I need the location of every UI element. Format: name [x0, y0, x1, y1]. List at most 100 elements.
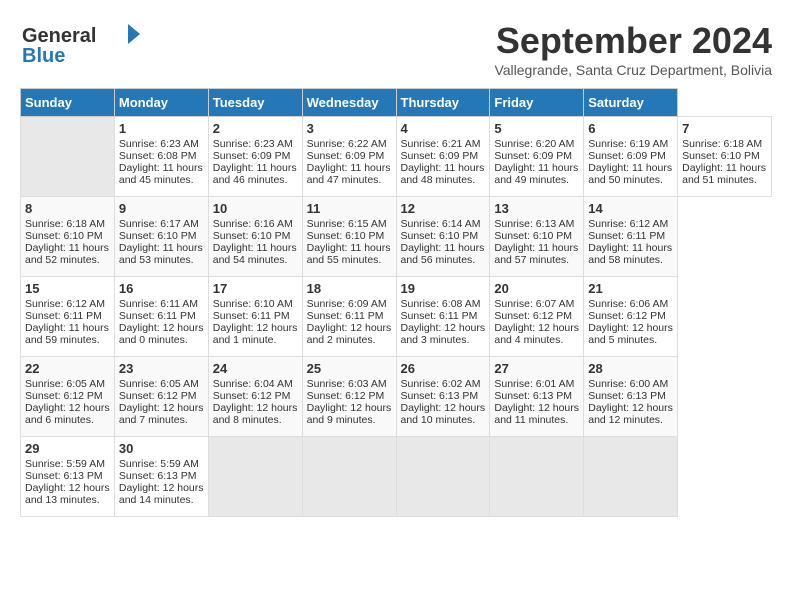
day-number: 9 [119, 201, 204, 216]
day-number: 26 [401, 361, 486, 376]
calendar-cell: 1 Sunrise: 6:23 AMSunset: 6:08 PMDaylight… [114, 117, 208, 197]
day-number: 17 [213, 281, 298, 296]
day-info: Sunrise: 6:18 AMSunset: 6:10 PMDaylight:… [682, 138, 766, 186]
day-info: Sunrise: 6:09 AMSunset: 6:11 PMDaylight:… [307, 298, 392, 346]
day-info: Sunrise: 6:20 AMSunset: 6:09 PMDaylight:… [494, 138, 578, 186]
calendar-cell: 2 Sunrise: 6:23 AMSunset: 6:09 PMDaylight… [208, 117, 302, 197]
day-info: Sunrise: 6:23 AMSunset: 6:08 PMDaylight:… [119, 138, 203, 186]
day-info: Sunrise: 6:04 AMSunset: 6:12 PMDaylight:… [213, 378, 298, 426]
day-info: Sunrise: 6:22 AMSunset: 6:09 PMDaylight:… [307, 138, 391, 186]
calendar-cell: 14 Sunrise: 6:12 AMSunset: 6:11 PMDayligh… [584, 197, 678, 277]
day-info: Sunrise: 6:03 AMSunset: 6:12 PMDaylight:… [307, 378, 392, 426]
day-number: 22 [25, 361, 110, 376]
day-info: Sunrise: 6:21 AMSunset: 6:09 PMDaylight:… [401, 138, 485, 186]
calendar-cell: 18 Sunrise: 6:09 AMSunset: 6:11 PMDayligh… [302, 277, 396, 357]
day-number: 18 [307, 281, 392, 296]
calendar-cell: 9 Sunrise: 6:17 AMSunset: 6:10 PMDaylight… [114, 197, 208, 277]
day-info: Sunrise: 5:59 AMSunset: 6:13 PMDaylight:… [119, 458, 204, 506]
day-number: 21 [588, 281, 673, 296]
day-info: Sunrise: 6:07 AMSunset: 6:12 PMDaylight:… [494, 298, 579, 346]
day-info: Sunrise: 6:15 AMSunset: 6:10 PMDaylight:… [307, 218, 391, 266]
day-info: Sunrise: 6:01 AMSunset: 6:13 PMDaylight:… [494, 378, 579, 426]
day-number: 1 [119, 121, 204, 136]
day-number: 14 [588, 201, 673, 216]
day-info: Sunrise: 6:05 AMSunset: 6:12 PMDaylight:… [25, 378, 110, 426]
calendar-cell: 22 Sunrise: 6:05 AMSunset: 6:12 PMDayligh… [21, 357, 115, 437]
day-number: 3 [307, 121, 392, 136]
page-header: General Blue September 2024 Vallegrande,… [20, 20, 772, 78]
day-number: 25 [307, 361, 392, 376]
calendar-week-row: 1 Sunrise: 6:23 AMSunset: 6:08 PMDaylight… [21, 117, 772, 197]
day-number: 24 [213, 361, 298, 376]
day-number: 6 [588, 121, 673, 136]
day-info: Sunrise: 6:00 AMSunset: 6:13 PMDaylight:… [588, 378, 673, 426]
day-info: Sunrise: 5:59 AMSunset: 6:13 PMDaylight:… [25, 458, 110, 506]
calendar-cell: 19Sunrise: 6:08 AMSunset: 6:11 PMDayligh… [396, 277, 490, 357]
calendar-week-row: 29 Sunrise: 5:59 AMSunset: 6:13 PMDayligh… [21, 437, 772, 517]
day-info: Sunrise: 6:23 AMSunset: 6:09 PMDaylight:… [213, 138, 297, 186]
calendar-cell: 16 Sunrise: 6:11 AMSunset: 6:11 PMDayligh… [114, 277, 208, 357]
calendar-cell: 6 Sunrise: 6:19 AMSunset: 6:09 PMDaylight… [584, 117, 678, 197]
calendar-cell: 7 Sunrise: 6:18 AMSunset: 6:10 PMDaylight… [678, 117, 772, 197]
calendar-cell: 17 Sunrise: 6:10 AMSunset: 6:11 PMDayligh… [208, 277, 302, 357]
day-number: 13 [494, 201, 579, 216]
day-number: 15 [25, 281, 110, 296]
calendar-cell: 23Sunrise: 6:05 AMSunset: 6:12 PMDayligh… [114, 357, 208, 437]
calendar-cell [302, 437, 396, 517]
calendar-cell: 20Sunrise: 6:07 AMSunset: 6:12 PMDayligh… [490, 277, 584, 357]
calendar-cell [584, 437, 678, 517]
calendar-week-row: 8 Sunrise: 6:18 AMSunset: 6:10 PMDaylight… [21, 197, 772, 277]
day-number: 8 [25, 201, 110, 216]
calendar-cell: 24 Sunrise: 6:04 AMSunset: 6:12 PMDayligh… [208, 357, 302, 437]
calendar-cell: 30 Sunrise: 5:59 AMSunset: 6:13 PMDayligh… [114, 437, 208, 517]
calendar-cell: 4Sunrise: 6:21 AMSunset: 6:09 PMDaylight… [396, 117, 490, 197]
calendar-cell: 10 Sunrise: 6:16 AMSunset: 6:10 PMDayligh… [208, 197, 302, 277]
day-info: Sunrise: 6:12 AMSunset: 6:11 PMDaylight:… [588, 218, 672, 266]
day-number: 7 [682, 121, 767, 136]
calendar-header-row: SundayMondayTuesdayWednesdayThursdayFrid… [21, 89, 772, 117]
day-info: Sunrise: 6:06 AMSunset: 6:12 PMDaylight:… [588, 298, 673, 346]
title-block: September 2024 Vallegrande, Santa Cruz D… [494, 20, 772, 78]
day-info: Sunrise: 6:05 AMSunset: 6:12 PMDaylight:… [119, 378, 204, 426]
calendar-cell [490, 437, 584, 517]
calendar-cell: 3 Sunrise: 6:22 AMSunset: 6:09 PMDaylight… [302, 117, 396, 197]
day-info: Sunrise: 6:11 AMSunset: 6:11 PMDaylight:… [119, 298, 204, 346]
calendar-cell [208, 437, 302, 517]
day-info: Sunrise: 6:12 AMSunset: 6:11 PMDaylight:… [25, 298, 109, 346]
day-header-sunday: Sunday [21, 89, 115, 117]
day-info: Sunrise: 6:18 AMSunset: 6:10 PMDaylight:… [25, 218, 109, 266]
day-number: 27 [494, 361, 579, 376]
day-info: Sunrise: 6:17 AMSunset: 6:10 PMDaylight:… [119, 218, 203, 266]
day-info: Sunrise: 6:16 AMSunset: 6:10 PMDaylight:… [213, 218, 297, 266]
calendar-week-row: 15 Sunrise: 6:12 AMSunset: 6:11 PMDayligh… [21, 277, 772, 357]
calendar-cell: 13Sunrise: 6:13 AMSunset: 6:10 PMDayligh… [490, 197, 584, 277]
day-number: 29 [25, 441, 110, 456]
calendar-cell [396, 437, 490, 517]
day-number: 10 [213, 201, 298, 216]
day-header-tuesday: Tuesday [208, 89, 302, 117]
day-info: Sunrise: 6:14 AMSunset: 6:10 PMDaylight:… [401, 218, 485, 266]
calendar-cell: 21 Sunrise: 6:06 AMSunset: 6:12 PMDayligh… [584, 277, 678, 357]
day-number: 19 [401, 281, 486, 296]
calendar-table: SundayMondayTuesdayWednesdayThursdayFrid… [20, 88, 772, 517]
calendar-cell: 12 Sunrise: 6:14 AMSunset: 6:10 PMDayligh… [396, 197, 490, 277]
day-info: Sunrise: 6:02 AMSunset: 6:13 PMDaylight:… [401, 378, 486, 426]
day-number: 2 [213, 121, 298, 136]
day-header-monday: Monday [114, 89, 208, 117]
day-info: Sunrise: 6:19 AMSunset: 6:09 PMDaylight:… [588, 138, 672, 186]
calendar-week-row: 22 Sunrise: 6:05 AMSunset: 6:12 PMDayligh… [21, 357, 772, 437]
day-number: 16 [119, 281, 204, 296]
calendar-cell: 11Sunrise: 6:15 AMSunset: 6:10 PMDayligh… [302, 197, 396, 277]
day-number: 30 [119, 441, 204, 456]
svg-text:Blue: Blue [22, 45, 65, 67]
calendar-cell: 26 Sunrise: 6:02 AMSunset: 6:13 PMDayligh… [396, 357, 490, 437]
calendar-cell: 29 Sunrise: 5:59 AMSunset: 6:13 PMDayligh… [21, 437, 115, 517]
month-title: September 2024 [494, 20, 772, 62]
day-number: 12 [401, 201, 486, 216]
calendar-cell: 27 Sunrise: 6:01 AMSunset: 6:13 PMDayligh… [490, 357, 584, 437]
location-subtitle: Vallegrande, Santa Cruz Department, Boli… [494, 62, 772, 78]
day-header-wednesday: Wednesday [302, 89, 396, 117]
logo: General Blue [20, 20, 140, 70]
day-info: Sunrise: 6:10 AMSunset: 6:11 PMDaylight:… [213, 298, 298, 346]
day-header-friday: Friday [490, 89, 584, 117]
